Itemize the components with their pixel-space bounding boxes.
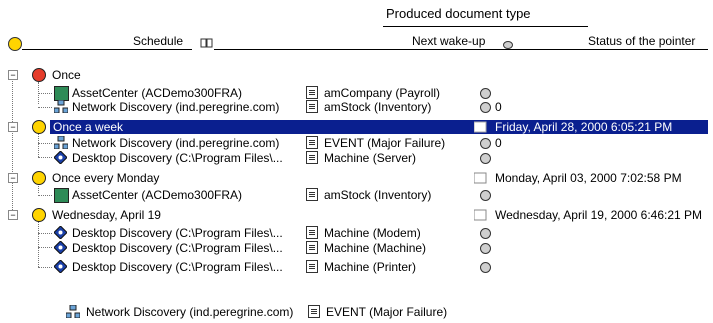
list-item-doc: Machine (Printer): [324, 260, 417, 274]
document-icon: [308, 305, 320, 318]
list-item-doc: amStock (Inventory): [324, 100, 432, 114]
list-item-doc: Machine (Modem): [324, 226, 421, 240]
pointer-icon: [480, 190, 491, 201]
pointer-icon: [480, 262, 491, 273]
document-icon: [306, 86, 318, 99]
network-discovery-icon: [53, 99, 69, 114]
next-wakeup-value: Friday, April 28, 2000 6:05:21 PM: [495, 120, 673, 134]
list-item-name[interactable]: Desktop Discovery (C:\Program Files\...: [72, 226, 283, 240]
schedule-clock-icon: [32, 171, 46, 185]
list-item-name[interactable]: Desktop Discovery (C:\Program Files\...: [72, 151, 283, 165]
list-item-doc: EVENT (Major Failure): [324, 136, 446, 150]
schedule-clock-icon: [32, 120, 46, 134]
list-item-doc: Machine (Server): [324, 151, 417, 165]
list-item-doc: Machine (Machine): [324, 241, 427, 255]
assetcenter-icon: [54, 188, 69, 203]
wakeup-calendar-icon: [473, 121, 487, 133]
list-item-doc: amStock (Inventory): [324, 188, 432, 202]
document-icon: [306, 151, 318, 164]
schedule-once-label[interactable]: Once: [52, 68, 81, 82]
collapse-weekly-toggle[interactable]: −: [8, 122, 18, 132]
next-wakeup-column-header[interactable]: Next wake-up: [412, 34, 485, 48]
network-discovery-icon: [65, 304, 81, 319]
schedule-alarm-icon: [32, 68, 46, 82]
assetcenter-icon: [54, 86, 69, 101]
pointer-status-value: 0: [495, 136, 502, 150]
wakeup-calendar-icon: [473, 209, 487, 221]
next-wakeup-value: Wednesday, April 19, 2000 6:46:21 PM: [495, 208, 703, 222]
list-item-name[interactable]: Network Discovery (ind.peregrine.com): [72, 136, 279, 150]
document-icon: [306, 136, 318, 149]
desktop-discovery-icon: [53, 225, 68, 240]
pointer-status-icon: [503, 41, 513, 49]
document-icon: [306, 241, 318, 254]
status-column-header[interactable]: Status of the pointer: [588, 34, 695, 48]
list-item-name[interactable]: AssetCenter (ACDemo300FRA): [72, 86, 242, 100]
next-wakeup-value: Monday, April 03, 2000 7:02:58 PM: [495, 171, 682, 185]
pointer-status-value: 0: [495, 100, 502, 114]
produced-doc-type-title: Produced document type: [386, 6, 531, 21]
pointer-icon: [480, 138, 491, 149]
collapse-once-toggle[interactable]: −: [8, 70, 18, 80]
schedule-clock-icon: [8, 37, 22, 51]
footer-item-doc: EVENT (Major Failure): [326, 305, 448, 319]
list-item-doc: amCompany (Payroll): [324, 86, 441, 100]
pointer-icon: [480, 228, 491, 239]
footer-item-name: Network Discovery (ind.peregrine.com): [86, 305, 294, 319]
schedule-once-a-week-label[interactable]: Once a week: [53, 120, 123, 134]
list-item-name[interactable]: Desktop Discovery (C:\Program Files\...: [72, 260, 283, 274]
list-item-name[interactable]: Network Discovery (ind.peregrine.com): [72, 100, 279, 114]
document-icon: [306, 100, 318, 113]
pointer-icon: [480, 153, 491, 164]
schedule-wednesday-label[interactable]: Wednesday, April 19: [52, 208, 161, 222]
wakeup-calendar-icon: [473, 172, 487, 184]
schedule-column-header[interactable]: Schedule: [133, 34, 183, 48]
document-icon: [306, 260, 318, 273]
pointer-icon: [480, 102, 491, 113]
collapse-monday-toggle[interactable]: −: [8, 173, 18, 183]
network-discovery-icon: [53, 135, 69, 150]
document-type-icon: [200, 37, 214, 49]
pointer-icon: [480, 243, 491, 254]
list-item-name[interactable]: Desktop Discovery (C:\Program Files\...: [72, 241, 283, 255]
list-item-name[interactable]: AssetCenter (ACDemo300FRA): [72, 188, 242, 202]
pointer-icon: [480, 88, 491, 99]
desktop-discovery-icon: [53, 150, 68, 165]
collapse-wednesday-toggle[interactable]: −: [8, 210, 18, 220]
schedule-clock-icon: [32, 208, 46, 222]
desktop-discovery-icon: [53, 240, 68, 255]
document-icon: [306, 226, 318, 239]
schedule-once-every-monday-label[interactable]: Once every Monday: [52, 171, 159, 185]
desktop-discovery-icon: [53, 259, 68, 274]
document-icon: [306, 188, 318, 201]
